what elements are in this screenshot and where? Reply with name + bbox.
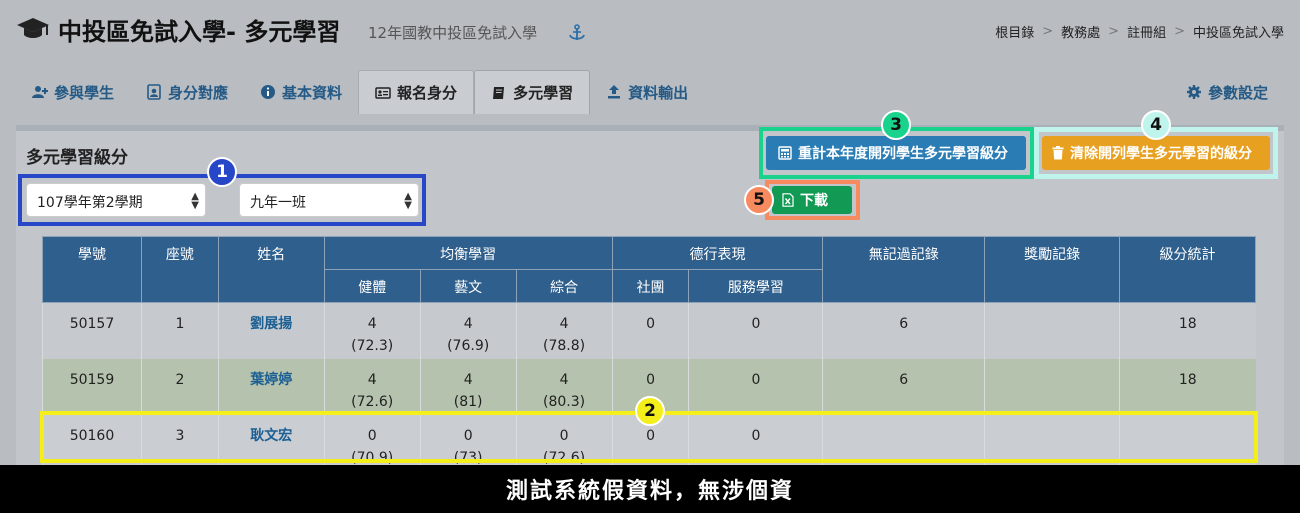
header-student-id: 學號 (42, 236, 142, 303)
test-data-notice: 測試系統假資料，無涉個資 (0, 465, 1300, 513)
header-total: 級分統計 (1119, 236, 1256, 303)
breadcrumb-item-current: 中投區免試入學 (1192, 26, 1284, 41)
cell-award (984, 302, 1120, 359)
tab-label: 報名身分 (397, 84, 458, 102)
header-seat: 座號 (140, 236, 219, 303)
tab-label: 基本資料 (282, 83, 343, 102)
page-title: 中投區免試入學- 多元學習 (58, 18, 341, 46)
cell-club: 0 (611, 302, 689, 359)
header-health: 健體 (323, 269, 421, 303)
cell-arts: 4 (76.9) (419, 302, 517, 359)
cell-service: 0 (688, 302, 823, 359)
header-name: 姓名 (217, 236, 325, 303)
breadcrumb-separator: > (1108, 24, 1120, 39)
tab-label: 身分對應 (168, 83, 229, 102)
graduation-cap-icon (17, 18, 49, 38)
book-icon (493, 86, 505, 99)
breadcrumb-separator: > (1042, 24, 1054, 39)
step-badge-3: 3 (881, 110, 911, 140)
step-badge-2: 2 (635, 396, 665, 426)
breadcrumb-item-root[interactable]: 根目錄 (995, 22, 1034, 41)
cell-integrated: 4 (78.8) (515, 302, 613, 359)
cell-student-id: 50157 (42, 302, 142, 359)
upload-icon (608, 85, 621, 99)
breadcrumb-item-registry[interactable]: 註冊組 (1127, 22, 1166, 41)
settings-label: 參數設定 (1207, 83, 1268, 102)
header-club: 社團 (611, 269, 690, 303)
tab-label: 多元學習 (513, 84, 574, 102)
breadcrumb-item-academic[interactable]: 教務處 (1061, 22, 1100, 41)
cell-student-id: 50159 (42, 358, 142, 415)
cell-no-demerit: 6 (822, 358, 985, 415)
step-badge-1: 1 (207, 157, 237, 187)
header-balanced-learning: 均衡學習 (323, 236, 613, 270)
header-integrated: 綜合 (515, 269, 613, 303)
cell-integrated: 4 (80.3) (515, 358, 613, 415)
cell-health: 4 (72.3) (323, 302, 421, 359)
student-name-link[interactable]: 劉展揚 (217, 302, 325, 359)
header-no-demerit: 無記過記錄 (822, 236, 986, 303)
user-plus-icon (32, 86, 48, 98)
cell-health: 4 (72.6) (323, 358, 421, 415)
header-conduct: 德行表現 (611, 236, 824, 270)
cell-no-demerit: 6 (822, 302, 985, 359)
student-name-link[interactable]: 葉婷婷 (217, 358, 325, 415)
cell-seat: 2 (140, 358, 219, 415)
tab-registration-identity[interactable]: 報名身分 (358, 70, 475, 114)
highlight-box-5 (765, 180, 860, 220)
tab-identity-mapping[interactable]: 身分對應 (130, 70, 244, 114)
tab-bar: 參與學生 身分對應 基本資料 報名身分 多元學習 資料輸出 參數設定 (16, 70, 1284, 114)
tab-participants[interactable]: 參與學生 (16, 70, 130, 114)
gear-icon (1186, 85, 1201, 99)
panel-title: 多元學習級分 (26, 148, 128, 168)
header-service: 服務學習 (688, 269, 824, 303)
cell-seat: 1 (140, 302, 219, 359)
id-card-icon (375, 86, 391, 99)
header-award: 獎勵記錄 (984, 236, 1121, 303)
cell-arts: 4 (81) (419, 358, 517, 415)
cell-service: 0 (688, 358, 823, 415)
tab-label: 資料輸出 (628, 83, 689, 102)
settings-link[interactable]: 參數設定 (1170, 70, 1284, 114)
id-badge-icon (147, 84, 161, 100)
cell-award (984, 358, 1120, 415)
breadcrumb: 根目錄 > 教務處 > 註冊組 > 中投區免試入學 (995, 22, 1284, 41)
tab-data-export[interactable]: 資料輸出 (590, 70, 704, 114)
tab-label: 參與學生 (54, 83, 115, 102)
app-header: 中投區免試入學- 多元學習 12年國教中投區免試入學 根目錄 > 教務處 > 註… (0, 0, 1300, 66)
tab-multiple-learning[interactable]: 多元學習 (474, 70, 591, 114)
info-icon (261, 85, 276, 99)
step-badge-5: 5 (744, 185, 774, 215)
anchor-icon[interactable] (568, 24, 586, 42)
cell-total: 18 (1119, 302, 1256, 359)
cell-total: 18 (1119, 358, 1256, 415)
table-row: 50157 1 劉展揚 4 (72.3) 4 (76.9) 4 (78.8) 0 0 … (42, 302, 1256, 359)
tab-basic-info[interactable]: 基本資料 (244, 70, 358, 114)
breadcrumb-separator: > (1174, 24, 1185, 39)
page-subtitle: 12年國教中投區免試入學 (368, 24, 538, 42)
header-arts: 藝文 (419, 269, 517, 303)
step-badge-4: 4 (1141, 110, 1171, 140)
